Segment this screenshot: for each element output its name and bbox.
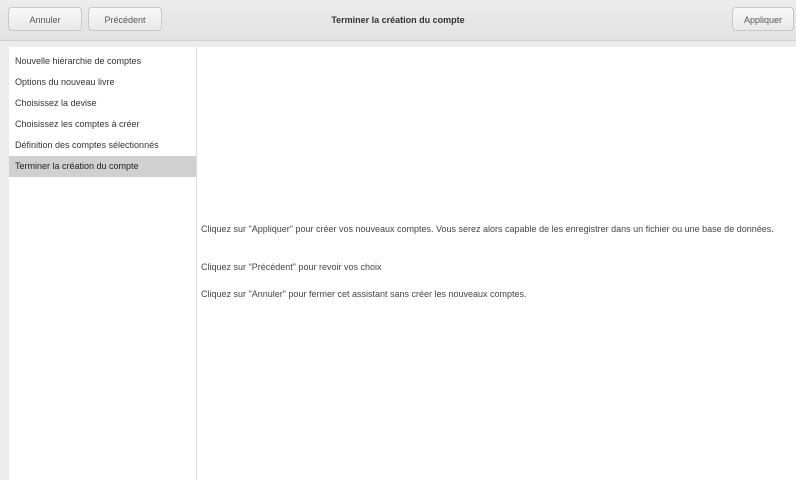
- steps-list: Nouvelle hiérarchie de comptes Options d…: [9, 47, 196, 177]
- content-pane: Cliquez sur "Appliquer" pour créer vos n…: [197, 47, 796, 480]
- cancel-button[interactable]: Annuler: [8, 7, 82, 31]
- sidebar-item-new-hierarchy[interactable]: Nouvelle hiérarchie de comptes: [9, 51, 196, 72]
- sidebar-item-finish[interactable]: Terminer la création du compte: [9, 156, 196, 177]
- apply-instructions: Cliquez sur "Appliquer" pour créer vos n…: [201, 224, 774, 234]
- assistant-window: Annuler Précédent Terminer la création d…: [0, 0, 796, 480]
- sidebar-item-choose-accounts[interactable]: Choisissez les comptes à créer: [9, 114, 196, 135]
- cancel-instructions: Cliquez sur "Annuler" pour fermer cet as…: [201, 289, 527, 299]
- steps-sidebar: Nouvelle hiérarchie de comptes Options d…: [9, 47, 197, 480]
- previous-button[interactable]: Précédent: [88, 7, 162, 31]
- apply-button[interactable]: Appliquer: [732, 7, 794, 31]
- window-title: Terminer la création du compte: [331, 15, 465, 25]
- sidebar-item-book-options[interactable]: Options du nouveau livre: [9, 72, 196, 93]
- sidebar-item-define-accounts[interactable]: Définition des comptes sélectionnés: [9, 135, 196, 156]
- header-bar: Annuler Précédent Terminer la création d…: [0, 0, 796, 41]
- sidebar-item-currency[interactable]: Choisissez la devise: [9, 93, 196, 114]
- previous-instructions: Cliquez sur "Précédent" pour revoir vos …: [201, 262, 382, 272]
